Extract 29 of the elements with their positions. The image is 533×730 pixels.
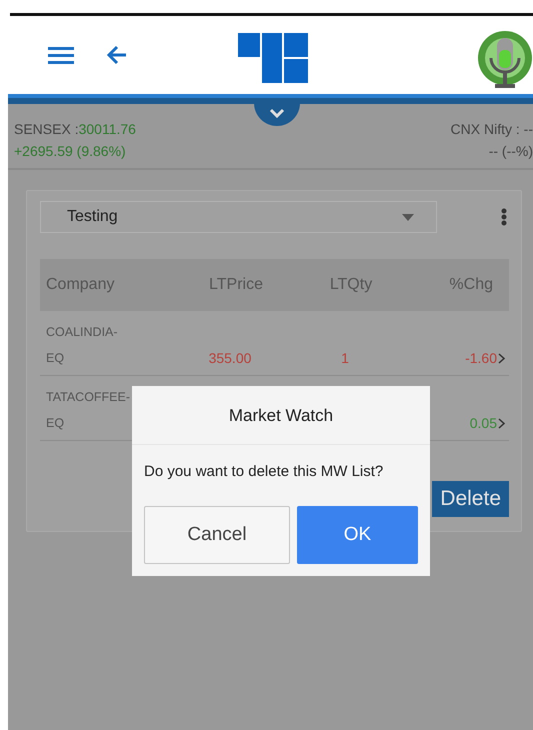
change-cell-text: 0.05: [470, 414, 497, 433]
column-header: %Chg: [448, 276, 494, 294]
more-options-icon[interactable]: [501, 208, 507, 226]
index-value: SENSEX :30011.76: [14, 120, 136, 139]
delete-button[interactable]: Delete: [432, 481, 509, 517]
dialog-message: Do you want to delete this MW List?: [143, 462, 384, 482]
column-header: LTPrice: [208, 276, 264, 294]
chevron-right-icon[interactable]: [498, 418, 505, 428]
dialog-title: Market Watch: [132, 386, 430, 445]
quantity-cell: 1: [341, 350, 349, 366]
company-cell[interactable]: TATACOFFEE-EQ: [40, 384, 128, 436]
column-header: Company: [45, 276, 116, 294]
menu-icon[interactable]: [48, 46, 74, 64]
column-header: LTQty: [328, 276, 374, 294]
index-name: CNX Nifty : --: [450, 120, 533, 139]
watchlist-dropdown[interactable]: Testing: [40, 201, 437, 233]
chevron-right-icon[interactable]: [498, 352, 505, 364]
index-change: +2695.59 (9.86%): [14, 142, 127, 161]
microphone-icon[interactable]: [477, 28, 533, 90]
change-cell-text: -1.60: [465, 349, 497, 368]
logo-icon: [238, 33, 308, 83]
company-cell[interactable]: COALINDIA-EQ: [40, 319, 128, 371]
dropdown-caret-icon: [402, 214, 414, 220]
back-arrow-icon[interactable]: [106, 44, 128, 66]
cancel-button[interactable]: Cancel: [144, 506, 290, 564]
ok-button[interactable]: OK: [297, 506, 418, 564]
index-change: -- (--%): [488, 142, 533, 161]
price-cell: 355.00: [208, 350, 252, 366]
chevron-down-icon: [269, 108, 285, 118]
